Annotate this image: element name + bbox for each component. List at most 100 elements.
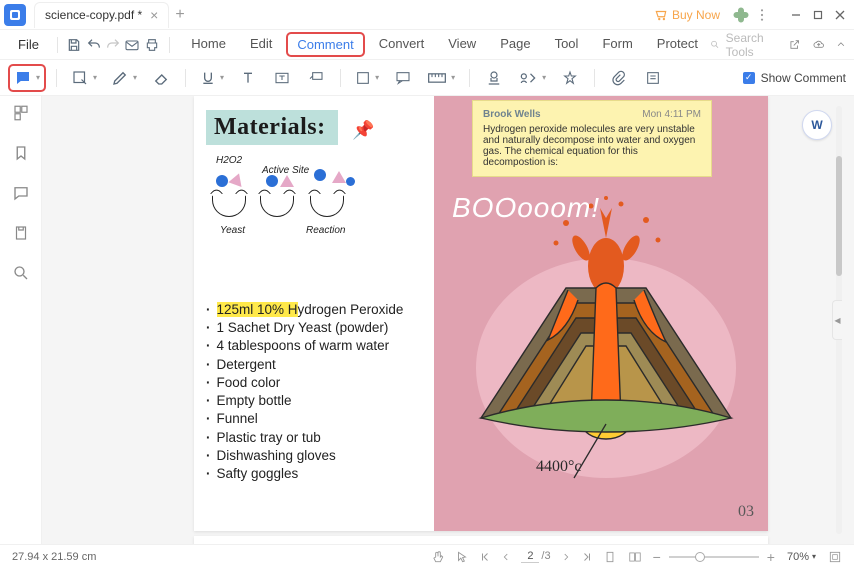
stamp-tool[interactable] [480, 64, 508, 92]
undo-button[interactable] [85, 34, 102, 56]
list-item: Funnel [206, 410, 422, 428]
word-export-badge[interactable]: W [802, 110, 832, 140]
tab-protect[interactable]: Protect [647, 32, 708, 57]
list-item: Food color [206, 374, 422, 392]
volcano-illustration: BOOooom! 4400°c [444, 188, 748, 508]
hand-tool-icon[interactable] [431, 550, 445, 564]
save-button[interactable] [66, 34, 83, 56]
sticky-author: Brook Wells [483, 109, 541, 120]
textbox-tool[interactable] [268, 64, 296, 92]
materials-heading: Materials: [206, 110, 338, 145]
search-placeholder: Search Tools [726, 31, 778, 59]
single-page-icon[interactable] [603, 550, 617, 564]
pencil-tool[interactable]: ▾ [107, 64, 141, 92]
plugin-icon[interactable] [732, 6, 750, 24]
sticky-body: Hydrogen peroxide molecules are very uns… [483, 124, 701, 168]
eraser-tool[interactable] [147, 64, 175, 92]
comments-panel-button[interactable] [639, 64, 667, 92]
last-page-icon[interactable] [581, 551, 593, 563]
close-window-button[interactable] [830, 5, 850, 25]
highlight-tool[interactable]: ▾ [67, 64, 101, 92]
list-item: Dishwashing gloves [206, 447, 422, 465]
left-sidebar [0, 96, 42, 544]
show-comment-toggle[interactable]: ✓ Show Comment [743, 71, 846, 85]
tab-view[interactable]: View [438, 32, 486, 57]
sticky-time: Mon 4:11 PM [642, 109, 701, 120]
zoom-slider-thumb[interactable] [695, 552, 705, 562]
next-page-icon[interactable] [561, 551, 571, 563]
zoom-in-button[interactable]: + [767, 549, 775, 565]
pushpin-icon[interactable]: 📌 [352, 120, 374, 141]
signature-tool[interactable]: ▾ [514, 64, 550, 92]
page-number: 03 [738, 503, 754, 521]
reaction-diagram: H2O2 Active Site Yeast Reaction [206, 161, 422, 261]
prev-page-icon[interactable] [501, 551, 511, 563]
boom-text: BOOooom! [452, 192, 600, 225]
page-total: /3 [541, 550, 550, 562]
scrollbar-thumb[interactable] [836, 156, 842, 276]
tab-form[interactable]: Form [592, 32, 642, 57]
tab-page[interactable]: Page [490, 32, 540, 57]
file-menu[interactable]: File [8, 37, 49, 52]
zoom-slider[interactable] [669, 556, 759, 558]
highlighted-text: 125ml 10% H [217, 302, 298, 317]
zoom-out-button[interactable]: − [653, 549, 661, 565]
list-item: Detergent [206, 356, 422, 374]
note-tool[interactable]: ▾ [8, 64, 46, 92]
minimize-button[interactable] [786, 5, 806, 25]
select-tool-icon[interactable] [455, 550, 469, 564]
measure-tool[interactable]: ▾ [423, 64, 459, 92]
search-tools[interactable]: Search Tools [710, 31, 777, 59]
share-icon[interactable] [789, 37, 800, 52]
list-item: 4 tablespoons of warm water [206, 337, 422, 355]
underline-tool[interactable]: ▾ [196, 64, 228, 92]
zoom-level-select[interactable]: 70%▾ [783, 550, 820, 564]
temperature-label: 4400°c [536, 458, 582, 476]
note-callout-tool[interactable] [389, 64, 417, 92]
email-button[interactable] [124, 34, 141, 56]
maximize-button[interactable] [808, 5, 828, 25]
tab-convert[interactable]: Convert [369, 32, 435, 57]
menu-tabs: Home Edit Comment Convert View Page Tool… [181, 32, 708, 57]
tab-comment[interactable]: Comment [286, 32, 364, 57]
list-item: 1 Sachet Dry Yeast (powder) [206, 319, 422, 337]
tab-tool[interactable]: Tool [545, 32, 589, 57]
shape-tool[interactable]: ▾ [351, 64, 383, 92]
first-page-icon[interactable] [479, 551, 491, 563]
tab-edit[interactable]: Edit [240, 32, 282, 57]
pdf-page: Materials: 📌 H2O2 Active Site Yeast [194, 96, 768, 531]
app-icon [4, 4, 26, 26]
kebab-menu-icon[interactable] [754, 7, 770, 23]
buy-now-button[interactable]: Buy Now [654, 8, 720, 22]
callout-tool[interactable] [302, 64, 330, 92]
cloud-icon[interactable] [813, 37, 824, 52]
print-button[interactable] [143, 34, 160, 56]
text-tool[interactable] [234, 64, 262, 92]
list-item: 125ml 10% Hydrogen Peroxide [206, 301, 422, 319]
comment-panel-icon[interactable] [12, 184, 30, 202]
new-tab-button[interactable]: + [175, 6, 184, 24]
bookmark-icon[interactable] [12, 144, 30, 162]
tab-close-icon[interactable]: × [150, 7, 158, 23]
checkbox-checked-icon: ✓ [743, 72, 755, 84]
two-page-icon[interactable] [627, 550, 643, 564]
search-panel-icon[interactable] [12, 264, 30, 282]
custom-stamp-tool[interactable] [556, 64, 584, 92]
attachment-tool[interactable] [605, 64, 633, 92]
tab-title: science-copy.pdf * [45, 8, 142, 22]
chevron-up-icon[interactable] [836, 38, 846, 51]
fit-page-icon[interactable] [828, 550, 842, 564]
tab-home[interactable]: Home [181, 32, 236, 57]
document-viewport[interactable]: W ◀ Materials: 📌 H2O2 Active Site [42, 96, 854, 544]
list-item: Plastic tray or tub [206, 429, 422, 447]
document-tab[interactable]: science-copy.pdf * × [34, 2, 169, 28]
redo-button[interactable] [104, 34, 121, 56]
diagram-yeast-label: Yeast [220, 225, 245, 236]
page-dimensions: 27.94 x 21.59 cm [12, 551, 96, 563]
page-number-input[interactable] [521, 550, 539, 563]
thumbnails-icon[interactable] [12, 104, 30, 122]
attachments-icon[interactable] [12, 224, 30, 242]
sticky-note[interactable]: Brook Wells Mon 4:11 PM Hydrogen peroxid… [472, 100, 712, 177]
right-panel-collapse-button[interactable]: ◀ [832, 300, 842, 340]
list-item: Safty goggles [206, 465, 422, 483]
